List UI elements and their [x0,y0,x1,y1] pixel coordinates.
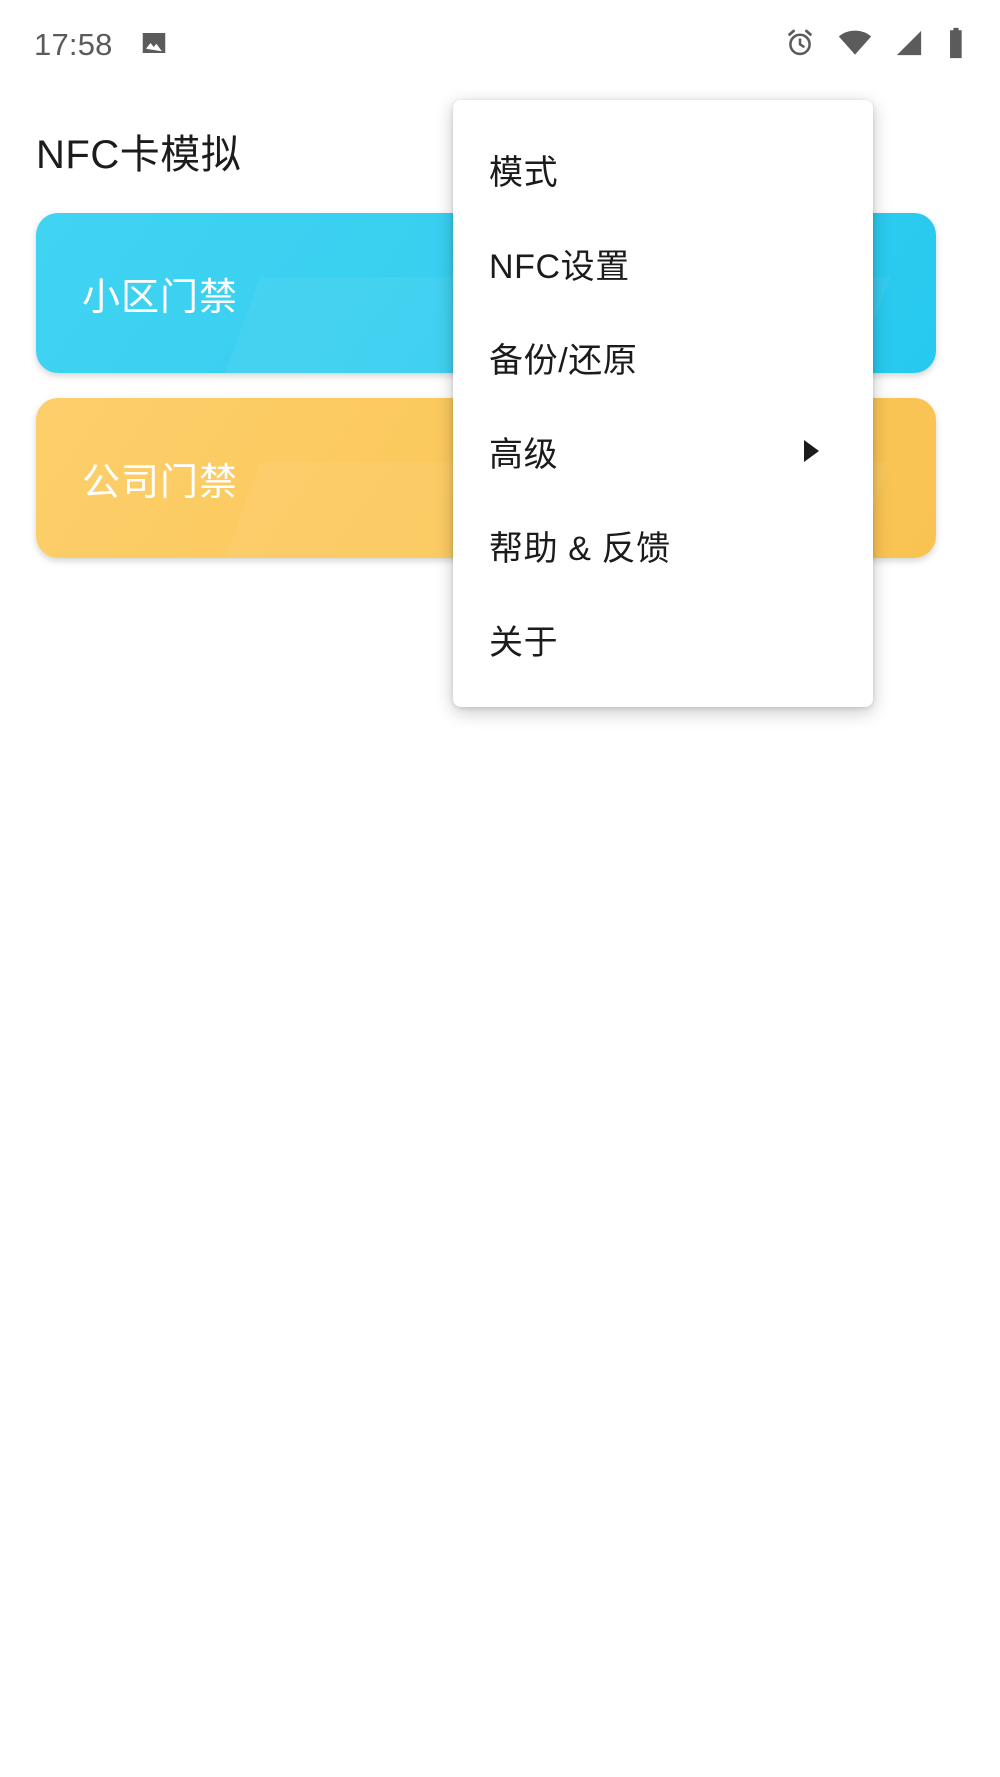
cellular-signal-icon [894,30,924,61]
menu-item-label: 备份/还原 [489,341,638,380]
menu-item-help-feedback[interactable]: 帮助 & 反馈 [453,498,873,592]
menu-item-label: 模式 [489,153,559,192]
menu-item-about[interactable]: 关于 [453,592,873,686]
app-screen: 17:58 NFC卡模拟 小区门禁 公司门禁 模式 NFC设置 备份/还原 高级… [0,0,1000,1777]
menu-item-label: 关于 [489,623,559,662]
menu-item-label: NFC设置 [489,247,630,286]
menu-item-label: 帮助 & 反馈 [489,529,671,568]
menu-item-mode[interactable]: 模式 [453,122,873,216]
menu-item-advanced[interactable]: 高级 [453,404,873,498]
card-label: 小区门禁 [82,276,239,319]
battery-icon [946,27,966,64]
alarm-clock-icon [784,27,816,64]
status-bar-left: 17:58 [34,27,169,63]
page-title: NFC卡模拟 [36,133,242,177]
menu-item-label: 高级 [489,435,559,474]
status-bar-right [784,27,966,64]
menu-item-backup-restore[interactable]: 备份/还原 [453,310,873,404]
status-bar-clock: 17:58 [34,27,113,62]
wifi-icon [838,30,872,61]
image-icon [139,28,169,63]
submenu-arrow-icon [804,440,819,462]
menu-item-nfc-settings[interactable]: NFC设置 [453,216,873,310]
status-bar: 17:58 [0,0,1000,90]
card-label: 公司门禁 [82,461,239,504]
overflow-menu: 模式 NFC设置 备份/还原 高级 帮助 & 反馈 关于 [453,100,873,707]
